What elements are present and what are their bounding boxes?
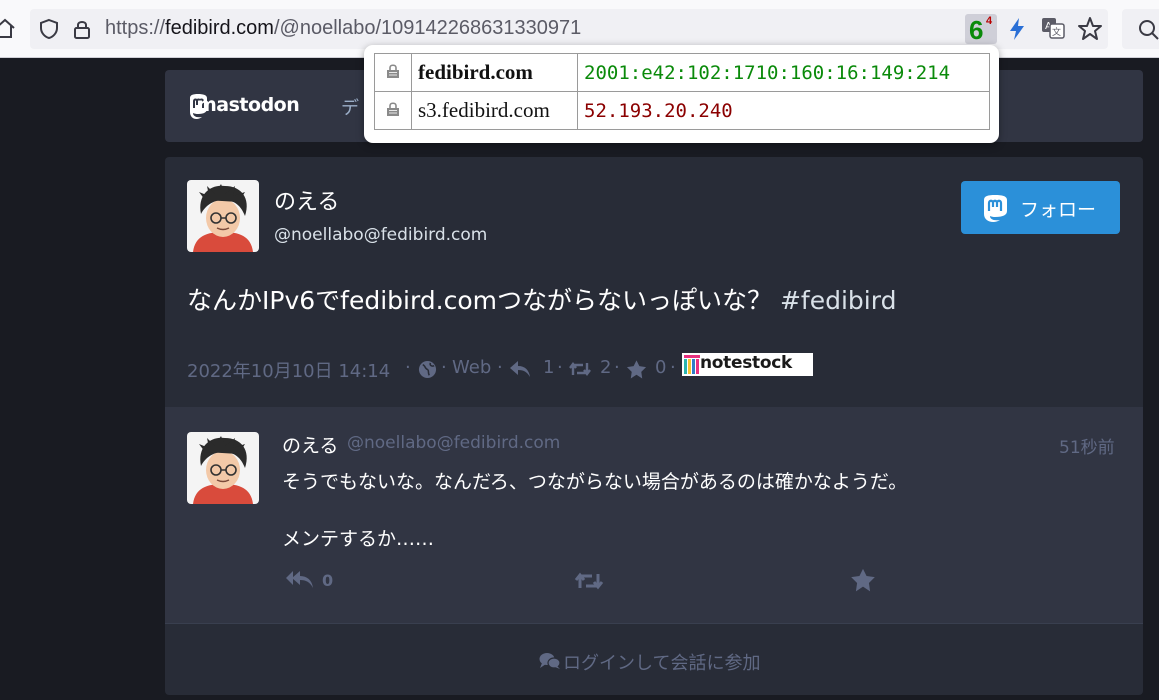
separator: · — [557, 357, 563, 378]
mastodon-logo[interactable]: mastodon — [187, 92, 307, 128]
ip-row-lock — [374, 53, 412, 92]
status-card: のえる @noellabo@fedibird.com フォロー なんかIPv6で… — [165, 157, 1143, 695]
globe-icon — [418, 360, 437, 379]
reply-icon — [510, 361, 530, 377]
separator: · — [441, 357, 447, 378]
reply-reply-count: 0 — [322, 571, 334, 590]
ip-row: fedibird.com 2001:e42:102:1710:160:16:14… — [374, 53, 990, 92]
avatar[interactable] — [187, 180, 259, 252]
separator: · — [670, 357, 676, 378]
nav-item-partial[interactable]: デ — [341, 94, 359, 120]
shield-icon[interactable] — [38, 18, 60, 40]
star-icon — [626, 360, 647, 379]
bookmark-star-icon[interactable] — [1077, 16, 1103, 42]
status-application[interactable]: Web — [452, 357, 491, 378]
reply-text-line: そうでもないな。なんだろ、つながらない場合があるのは確かなようだ。 — [282, 471, 908, 493]
lock-icon — [387, 101, 399, 116]
notestock-link[interactable]: notestock — [682, 353, 813, 376]
search-box[interactable] — [1122, 9, 1159, 49]
status-content: なんかIPv6でfedibird.comつながらないっぽいな？ #fedibir… — [187, 281, 896, 317]
reply-text-line: メンテするか…… — [282, 528, 435, 550]
boost-icon[interactable] — [574, 570, 604, 592]
ip-table: fedibird.com 2001:e42:102:1710:160:16:14… — [374, 53, 990, 130]
url-text[interactable]: https://fedibird.com/@noellabo/109142268… — [105, 17, 581, 40]
ip-row-address: 52.193.20.240 — [577, 91, 990, 130]
avatar[interactable] — [187, 432, 259, 504]
ip-address-popup: fedibird.com 2001:e42:102:1710:160:16:14… — [364, 45, 999, 143]
notestock-icon — [684, 355, 700, 374]
url-bar[interactable]: https://fedibird.com/@noellabo/109142268… — [30, 9, 1108, 49]
follow-button-label: フォロー — [1020, 199, 1097, 221]
lock-icon[interactable] — [72, 18, 92, 40]
avatar-illustration — [187, 432, 259, 504]
status-text: なんかIPv6でfedibird.comつながらないっぽいな？ — [187, 286, 773, 315]
ip-badge-sub: 4 — [986, 15, 993, 27]
reply-time[interactable]: 51秒前 — [1059, 433, 1115, 458]
mastodon-logo-text: mastodon — [197, 94, 300, 116]
lightning-icon[interactable] — [1005, 16, 1029, 42]
lock-icon — [387, 63, 399, 78]
login-prompt-text: ログインして会話に参加 — [563, 653, 761, 674]
ipvfoo-badge[interactable]: 6 4 — [965, 14, 997, 45]
reply-status: のえる @noellabo@fedibird.com 51秒前 そうでもないな。… — [165, 407, 1143, 623]
comments-icon — [539, 653, 561, 669]
account-handle[interactable]: @noellabo@fedibird.com — [274, 225, 487, 245]
boost-icon — [569, 362, 591, 376]
star-icon[interactable] — [850, 567, 876, 592]
translate-icon[interactable]: A 文 — [1040, 15, 1066, 41]
reply-count: 1 — [543, 357, 555, 378]
ip-row: s3.fedibird.com 52.193.20.240 — [374, 91, 990, 130]
ip-row-lock — [374, 91, 412, 130]
search-icon — [1139, 20, 1159, 40]
separator: · — [614, 357, 620, 378]
boost-count: 2 — [600, 357, 612, 378]
ip-row-host: fedibird.com — [411, 53, 578, 92]
url-path: /@noellabo/109142268631330971 — [273, 17, 582, 39]
reply-display-name[interactable]: のえる — [282, 431, 338, 458]
home-icon[interactable] — [0, 16, 16, 40]
ip-row-address: 2001:e42:102:1710:160:16:149:214 — [577, 53, 990, 92]
favourite-count: 0 — [655, 357, 667, 378]
svg-text:文: 文 — [1052, 26, 1061, 38]
mastodon-icon — [984, 195, 1007, 222]
ip-badge-main: 6 — [969, 15, 984, 45]
display-name[interactable]: のえる — [274, 184, 339, 216]
ip-row-host: s3.fedibird.com — [411, 91, 578, 130]
separator: · — [405, 357, 411, 378]
avatar-illustration — [187, 180, 259, 252]
status-datetime[interactable]: 2022年10月10日 14:14 — [187, 357, 390, 383]
notestock-label: notestock — [700, 353, 793, 373]
login-bar: ログインして会話に参加 — [165, 623, 1143, 695]
reply-all-icon[interactable] — [285, 568, 315, 592]
separator: · — [497, 357, 503, 378]
url-host: fedibird.com — [165, 17, 274, 39]
hashtag-link[interactable]: #fedibird — [780, 286, 896, 315]
url-prefix: https:// — [105, 17, 166, 39]
reply-account-handle[interactable]: @noellabo@fedibird.com — [347, 433, 560, 453]
follow-button[interactable]: フォロー — [961, 181, 1120, 234]
